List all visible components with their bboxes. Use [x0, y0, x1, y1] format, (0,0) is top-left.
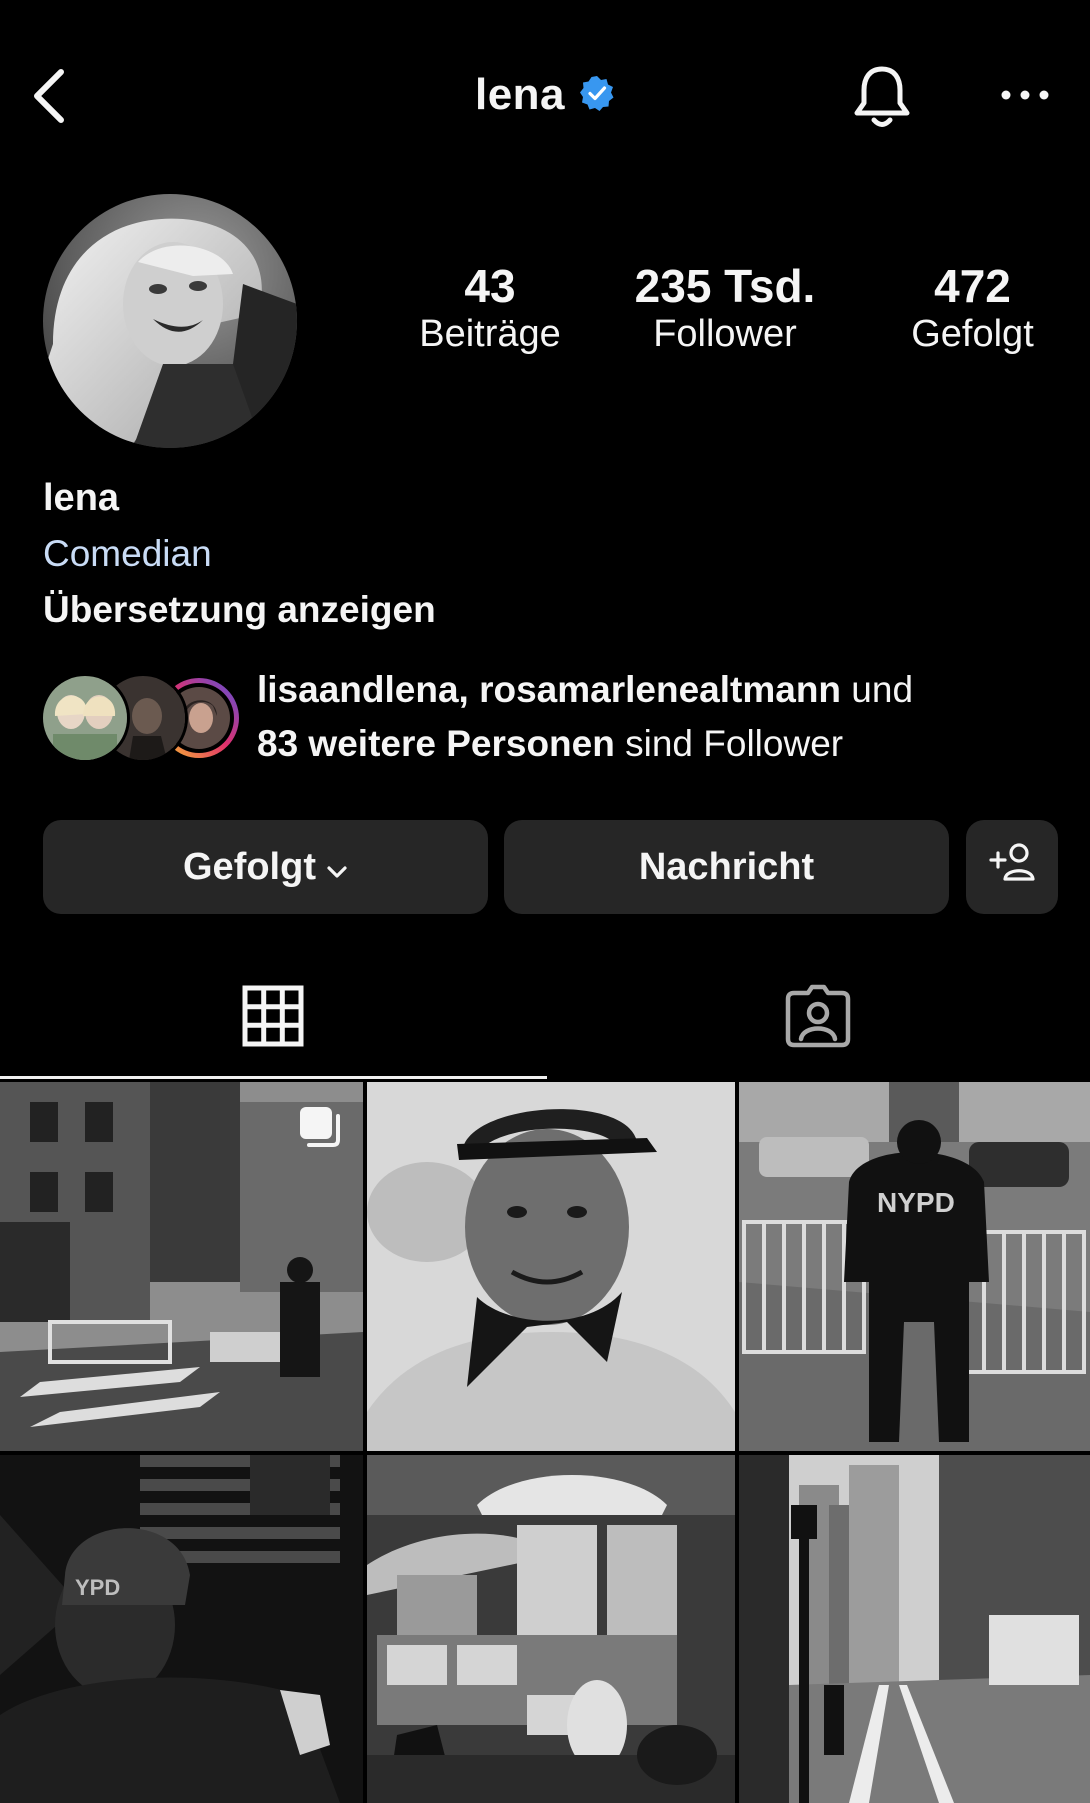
- mutual-followers-text: lisaandlena, rosamarlenealtmann und 83 w…: [257, 663, 1057, 771]
- profile-avatar[interactable]: [43, 194, 297, 448]
- verified-badge-icon: [579, 75, 615, 116]
- profile-page: lena 43 Beiträge 235 Tsd. Follower 472 G…: [0, 0, 1090, 1803]
- tab-tagged[interactable]: [545, 960, 1090, 1076]
- posts-grid: NYPD YPD: [0, 1082, 1090, 1803]
- post-tile[interactable]: [367, 1082, 735, 1451]
- carousel-icon: [297, 1104, 343, 1150]
- post-tile[interactable]: NYPD: [739, 1082, 1090, 1451]
- following-button[interactable]: Gefolgt: [43, 820, 488, 914]
- followers-label: Follower: [653, 313, 797, 356]
- grid-icon: [242, 985, 304, 1052]
- mutual-names: lisaandlena, rosamarlenealtmann: [257, 669, 842, 710]
- following-count: 472: [934, 260, 1011, 312]
- mutual-avatar: [40, 673, 130, 763]
- following-stat[interactable]: 472 Gefolgt: [880, 262, 1065, 360]
- posts-label: Beiträge: [419, 313, 561, 356]
- post-tile[interactable]: [367, 1455, 735, 1803]
- svg-text:NYPD: NYPD: [877, 1187, 955, 1218]
- mutual-others: 83 weitere Personen: [257, 723, 615, 764]
- post-tile[interactable]: [0, 1082, 363, 1451]
- post-tile[interactable]: [739, 1455, 1090, 1803]
- notifications-button[interactable]: [846, 60, 918, 138]
- suggest-people-button[interactable]: [966, 820, 1058, 914]
- chevron-down-icon: [326, 846, 348, 889]
- profile-stats: 43 Beiträge 235 Tsd. Follower 472 Gefolg…: [390, 262, 1070, 382]
- post-tile[interactable]: YPD: [0, 1455, 363, 1803]
- mutual-connector: und: [841, 669, 914, 710]
- following-button-label: Gefolgt: [183, 845, 316, 888]
- mutual-suffix: sind Follower: [614, 723, 844, 764]
- username-title: lena: [474, 70, 566, 119]
- active-tab-indicator: [0, 1076, 547, 1079]
- posts-stat[interactable]: 43 Beiträge: [390, 262, 590, 360]
- bell-icon: [851, 63, 913, 136]
- tagged-person-icon: [784, 983, 852, 1054]
- translate-link[interactable]: Übersetzung anzeigen: [43, 582, 1043, 638]
- svg-text:YPD: YPD: [75, 1575, 120, 1600]
- message-button-label: Nachricht: [638, 845, 815, 888]
- tab-posts-grid[interactable]: [0, 960, 545, 1076]
- profile-title: lena: [0, 70, 1090, 120]
- followers-stat[interactable]: 235 Tsd. Follower: [610, 262, 840, 360]
- message-button[interactable]: Nachricht: [504, 820, 949, 914]
- profile-tabs: [0, 960, 1090, 1080]
- more-horizontal-icon: [1000, 88, 1050, 106]
- followers-count: 235 Tsd.: [634, 260, 816, 312]
- more-options-button[interactable]: [990, 74, 1060, 120]
- top-bar: lena: [0, 0, 1090, 190]
- posts-count: 43: [464, 260, 516, 312]
- mutual-avatars: [40, 673, 244, 763]
- mutual-followers[interactable]: lisaandlena, rosamarlenealtmann und 83 w…: [40, 663, 1070, 773]
- category-label: Comedian: [43, 533, 212, 574]
- following-label: Gefolgt: [911, 313, 1034, 356]
- display-name: lena: [43, 477, 120, 519]
- add-person-icon: [989, 842, 1035, 892]
- profile-bio: lena Comedian Übersetzung anzeigen: [43, 470, 1043, 638]
